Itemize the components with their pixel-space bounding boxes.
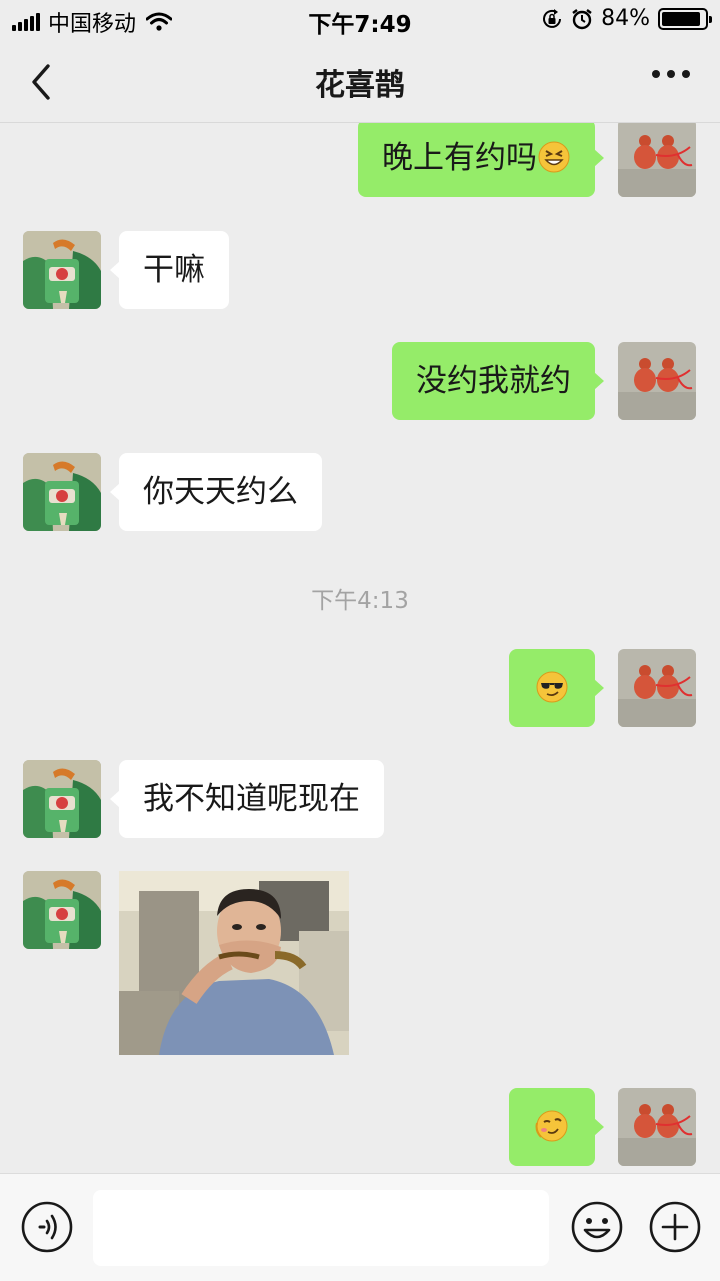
input-bar [0, 1173, 720, 1281]
contact-avatar[interactable] [23, 453, 101, 531]
contact-avatar[interactable] [23, 871, 101, 949]
contact-avatar[interactable] [23, 760, 101, 838]
message-text: 没约我就约 [416, 363, 571, 399]
incoming-message-bubble[interactable]: 我不知道呢现在 [110, 760, 384, 838]
my-avatar[interactable] [618, 342, 696, 420]
message-text: 干嘛 [143, 252, 205, 288]
message-text: 晚上有约吗 [382, 140, 537, 176]
contact-avatar[interactable] [23, 231, 101, 309]
rotation-lock-icon [543, 8, 562, 28]
grinning-squint-emoji [537, 140, 571, 174]
plus-icon[interactable] [648, 1200, 702, 1254]
man-covering-mouth-sticker[interactable] [119, 871, 349, 1055]
my-avatar[interactable] [618, 1088, 696, 1166]
outgoing-message-bubble[interactable] [509, 1088, 604, 1166]
incoming-message-bubble[interactable]: 干嘛 [110, 231, 229, 309]
message-input[interactable] [93, 1190, 549, 1266]
chat-title: 花喜鹊 [315, 68, 405, 103]
message-list[interactable]: 晚上有约吗 干嘛 没约我就约 你天天约么 下午4:13 我不知道呢现在 [0, 123, 720, 1173]
incoming-message-bubble[interactable]: 你天天约么 [110, 453, 322, 531]
alarm-icon [572, 8, 592, 29]
message-text: 你天天约么 [143, 474, 298, 510]
smirk-emoji [535, 1109, 569, 1143]
message-text: 我不知道呢现在 [143, 781, 360, 817]
outgoing-message-bubble[interactable]: 没约我就约 [392, 342, 604, 420]
emoji-icon[interactable] [570, 1200, 624, 1254]
cool-sunglasses-emoji [535, 670, 569, 704]
my-avatar[interactable] [618, 649, 696, 727]
more-dots-icon[interactable] [652, 70, 690, 78]
battery-percent: 84% [601, 6, 650, 31]
my-avatar[interactable] [618, 123, 696, 197]
chat-header: 花喜鹊 [0, 40, 720, 123]
voice-icon[interactable] [20, 1200, 74, 1254]
battery-icon [658, 7, 712, 30]
outgoing-message-bubble[interactable] [509, 649, 604, 727]
message-timestamp: 下午4:13 [311, 588, 409, 614]
status-bar: 中国移动 下午7:49 84% [0, 0, 720, 40]
outgoing-message-bubble[interactable]: 晚上有约吗 [358, 123, 604, 197]
